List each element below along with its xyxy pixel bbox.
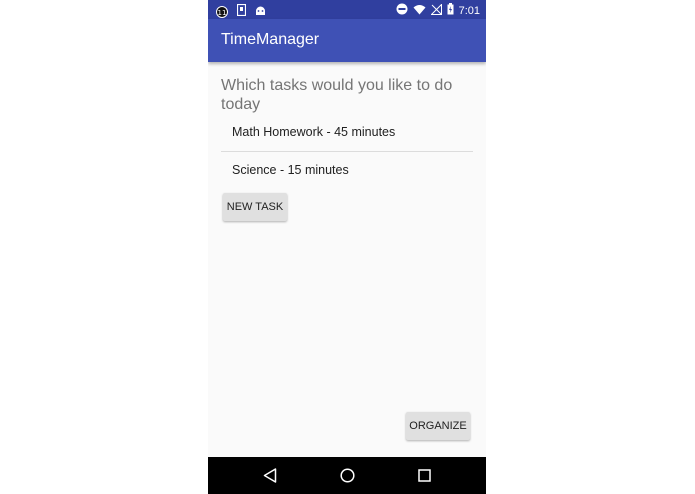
home-icon[interactable] bbox=[340, 468, 355, 488]
back-icon[interactable] bbox=[263, 468, 277, 488]
navigation-bar bbox=[208, 457, 486, 494]
app-bar: TimeManager bbox=[208, 19, 486, 62]
task-item-math[interactable]: Math Homework - 45 minutes bbox=[221, 114, 473, 151]
app-title: TimeManager bbox=[221, 31, 320, 48]
do-not-disturb-icon bbox=[396, 2, 408, 20]
organize-button[interactable]: ORGANIZE bbox=[406, 412, 470, 440]
wifi-icon bbox=[413, 2, 426, 20]
new-task-button[interactable]: NEW TASK bbox=[223, 193, 287, 221]
phone-screen: 11 7:01 TimeManager Which tasks would yo… bbox=[208, 0, 486, 494]
no-signal-icon bbox=[429, 2, 442, 20]
status-time: 7:01 bbox=[458, 5, 480, 17]
task-list: Math Homework - 45 minutes Science - 15 … bbox=[221, 114, 473, 189]
task-item-science[interactable]: Science - 15 minutes bbox=[221, 152, 473, 189]
status-bar: 11 7:01 bbox=[208, 0, 486, 19]
notification-badge-icon: 11 bbox=[216, 6, 228, 18]
recents-icon[interactable] bbox=[418, 469, 431, 487]
task-prompt: Which tasks would you like to do today bbox=[221, 77, 453, 113]
battery-charging-icon bbox=[447, 2, 454, 20]
